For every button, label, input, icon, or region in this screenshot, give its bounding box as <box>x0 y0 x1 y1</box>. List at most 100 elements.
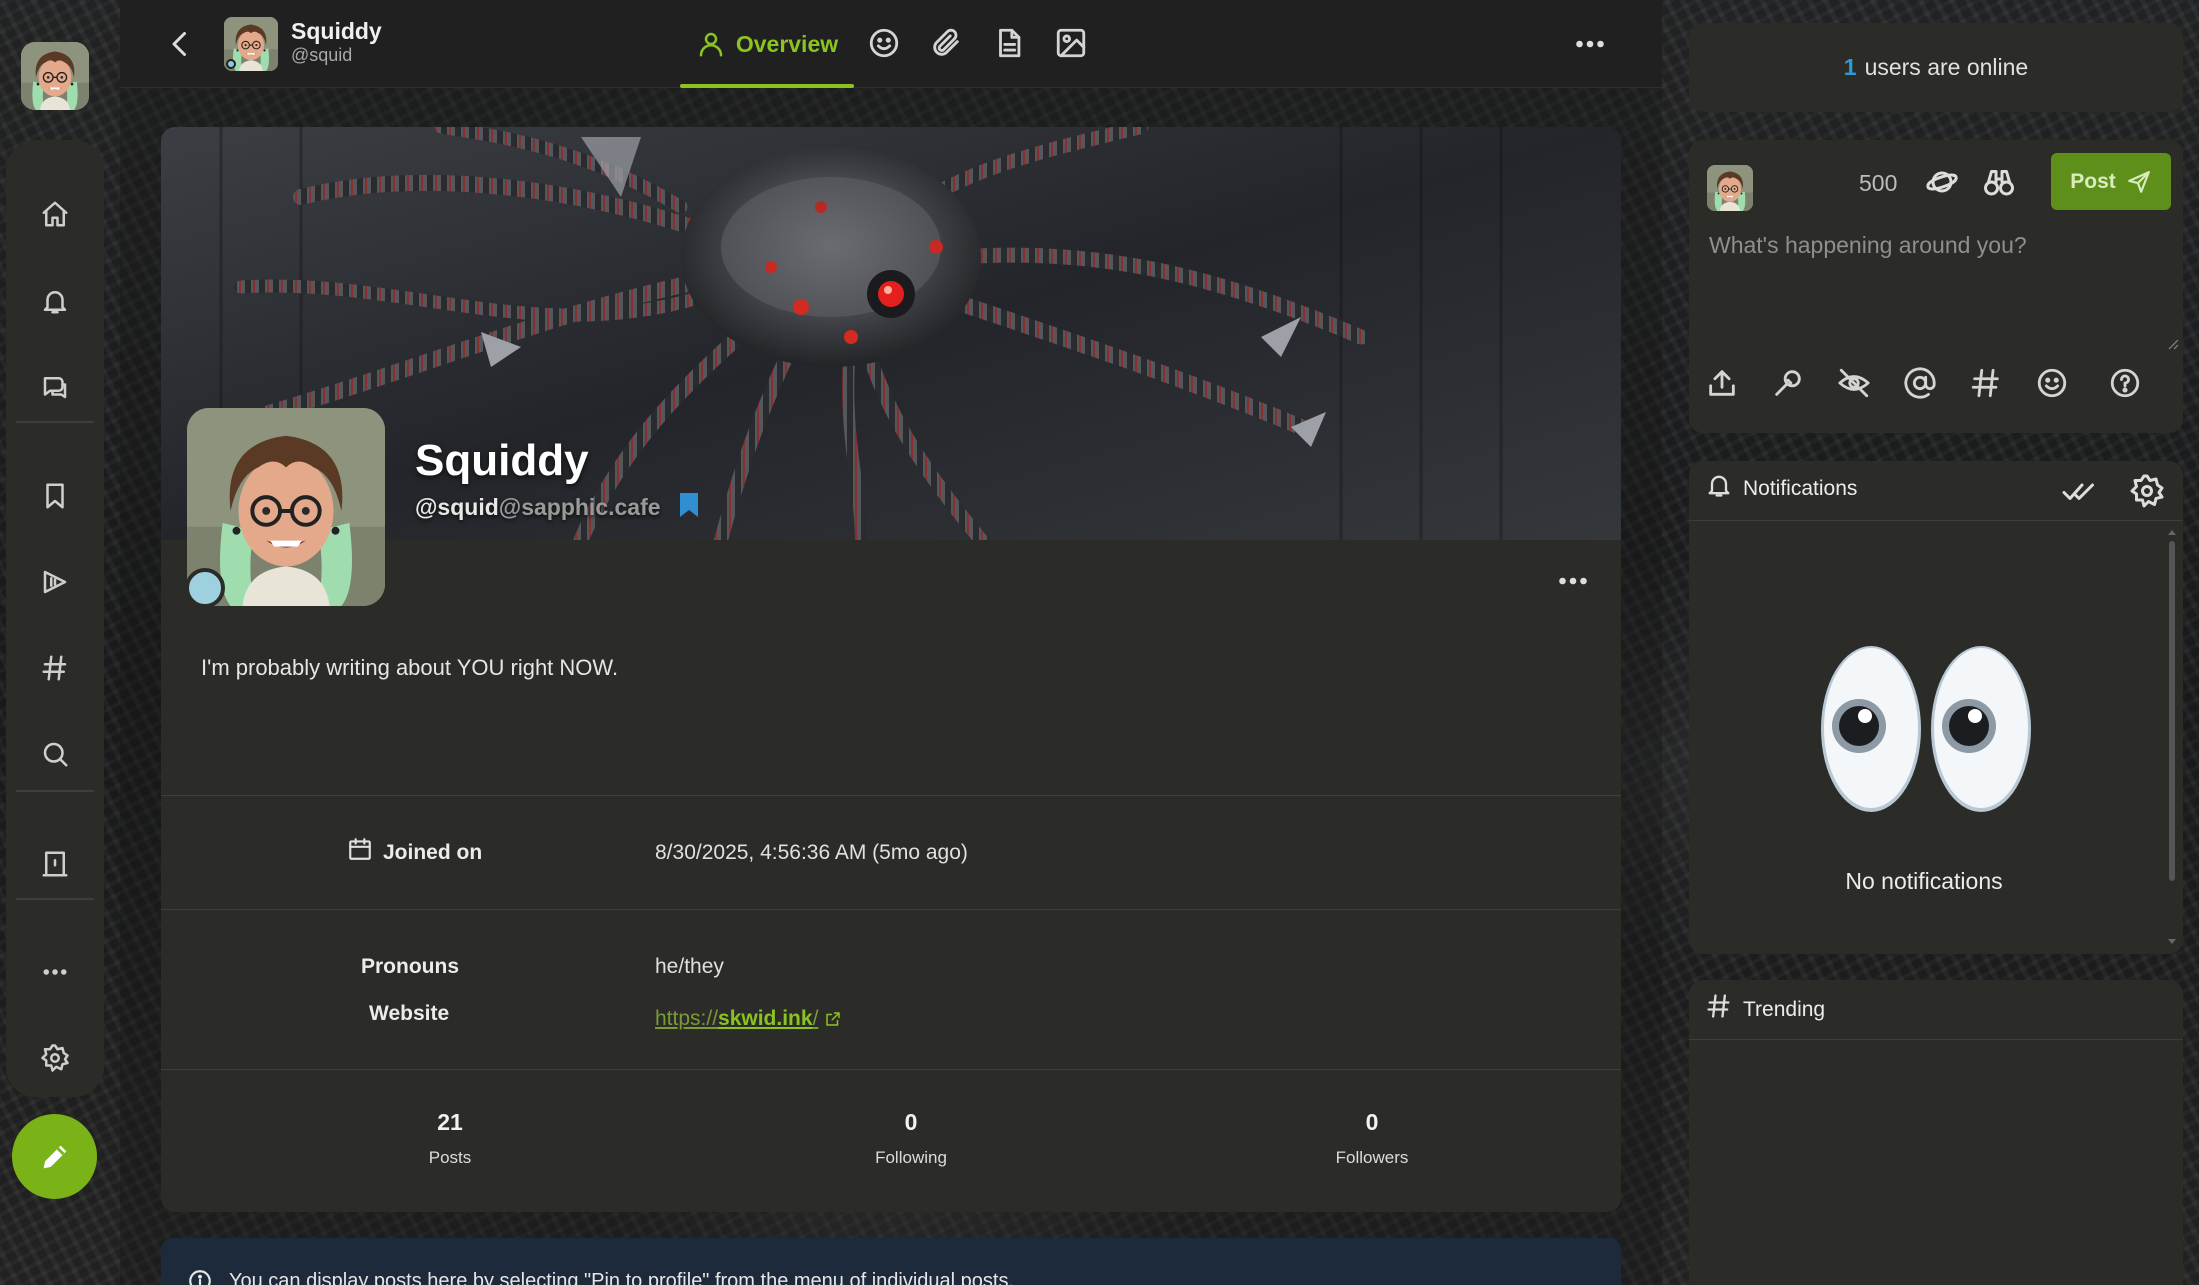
calendar-icon <box>347 836 373 862</box>
building-icon[interactable] <box>35 844 75 884</box>
online-indicator <box>226 59 236 69</box>
pronouns-label: Pronouns <box>361 955 459 978</box>
account-avatar[interactable] <box>21 42 89 110</box>
back-button[interactable] <box>162 26 198 62</box>
resize-grip-icon[interactable] <box>2167 338 2179 350</box>
left-rail <box>6 140 104 1097</box>
upload-icon[interactable] <box>1705 366 1739 400</box>
notifications-scrollbar[interactable] <box>2167 527 2177 947</box>
profile-handle: @squid@sapphic.cafe <box>415 494 661 521</box>
joined-label: Joined on <box>383 841 483 864</box>
stat-value: 0 <box>904 1109 918 1135</box>
profile-bio: I'm probably writing about YOU right NOW… <box>201 655 619 680</box>
pronouns-value: he/they <box>655 955 724 978</box>
stat-label: Following <box>875 1148 947 1167</box>
notifications-title: Notifications <box>1743 477 1858 500</box>
header-display-name: Squiddy <box>291 18 382 44</box>
online-indicator <box>185 568 225 608</box>
empty-notifications-text: No notifications <box>1845 868 2003 894</box>
mention-icon[interactable] <box>1903 366 1937 400</box>
trending-header: Trending <box>1689 980 2183 1040</box>
gear-icon[interactable] <box>35 1038 75 1078</box>
header-handle: @squid <box>291 45 353 65</box>
bookmark-icon[interactable] <box>35 476 75 516</box>
character-count: 500 <box>1859 170 1898 196</box>
search-icon[interactable] <box>35 734 75 774</box>
tab-overview[interactable]: Overview <box>680 0 854 88</box>
tab-document-icon[interactable] <box>992 26 1026 60</box>
online-text: users are online <box>1864 54 2029 80</box>
top-bar: Squiddy @squid Overview <box>120 0 1662 88</box>
gear-icon[interactable] <box>2129 473 2165 509</box>
scrollbar-thumb[interactable] <box>2169 541 2175 881</box>
compose-avatar <box>1707 165 1753 211</box>
send-icon <box>2127 170 2150 193</box>
section-divider <box>161 1069 1621 1070</box>
pinned-posts-notice: You can display posts here by selecting … <box>161 1238 1621 1285</box>
header-avatar <box>224 17 278 71</box>
eye-off-icon[interactable] <box>1837 366 1871 400</box>
handle-domain: @sapphic.cafe <box>498 494 661 520</box>
more-icon <box>1559 577 1587 585</box>
bell-icon[interactable] <box>35 281 75 321</box>
profile-display-name: Squiddy <box>415 436 589 485</box>
profile-avatar[interactable] <box>185 408 385 608</box>
website-path: / <box>812 1007 819 1030</box>
more-icon[interactable] <box>35 952 75 992</box>
profile-card: Squiddy @squid@sapphic.cafe I'm probably… <box>161 127 1621 1212</box>
trending-panel: Trending <box>1689 980 2183 1285</box>
online-users-panel: 1 users are online <box>1689 23 2183 112</box>
website-link[interactable]: https://skwid.ink/ <box>655 1007 842 1031</box>
tab-paperclip-icon[interactable] <box>929 26 963 60</box>
website-protocol: https:// <box>655 1007 719 1030</box>
tab-image-icon[interactable] <box>1054 26 1088 60</box>
profile-more-button[interactable] <box>1555 563 1591 599</box>
online-count: 1 <box>1843 54 1857 80</box>
compose-button[interactable] <box>12 1114 97 1199</box>
compose-panel: 500 Post <box>1689 140 2183 433</box>
microphone-icon[interactable] <box>1771 366 1805 400</box>
section-divider <box>161 795 1621 796</box>
post-button-label: Post <box>2070 169 2116 193</box>
main-column: Squiddy @squid Overview Squiddy @squid@s… <box>120 0 1662 1285</box>
notifications-panel: Notifications No notifications <box>1689 461 2183 954</box>
tab-emoji-icon[interactable] <box>867 26 901 60</box>
stat-posts[interactable]: 21 Posts <box>350 1109 550 1168</box>
bookmark-icon <box>678 491 700 519</box>
rail-divider <box>16 898 94 900</box>
more-options-button[interactable] <box>1572 26 1608 62</box>
hashtag-icon <box>1705 992 1733 1020</box>
chat-icon[interactable] <box>35 367 75 407</box>
handle-username: @squid <box>415 494 499 520</box>
stat-following[interactable]: 0 Following <box>811 1109 1011 1168</box>
stat-value: 21 <box>437 1109 463 1135</box>
rail-divider <box>16 790 94 792</box>
help-icon[interactable] <box>2108 366 2142 400</box>
section-divider <box>161 909 1621 910</box>
joined-value: 8/30/2025, 4:56:36 AM (5mo ago) <box>655 841 968 864</box>
mark-all-read-icon[interactable] <box>2061 473 2097 509</box>
user-icon <box>699 32 723 57</box>
chevron-left-icon <box>172 32 186 56</box>
more-icon <box>1576 40 1604 48</box>
hashtag-follow-icon[interactable] <box>35 562 75 602</box>
pencil-icon <box>43 1145 66 1168</box>
bell-icon <box>1705 471 1733 499</box>
post-button[interactable]: Post <box>2051 153 2171 210</box>
stat-followers[interactable]: 0 Followers <box>1272 1109 1472 1168</box>
hashtag-icon[interactable] <box>35 648 75 688</box>
visibility-planet-icon[interactable] <box>1924 164 1960 200</box>
tab-overview-label: Overview <box>735 30 839 57</box>
external-link-icon <box>826 1012 841 1026</box>
eyes-illustration <box>1819 644 2033 814</box>
stat-value: 0 <box>1365 1109 1379 1135</box>
stat-label: Followers <box>1335 1148 1409 1167</box>
compose-input[interactable] <box>1697 220 2175 350</box>
binoculars-icon[interactable] <box>1981 164 2017 200</box>
pinned-posts-text: You can display posts here by selecting … <box>229 1270 1015 1285</box>
trending-title: Trending <box>1743 998 1826 1021</box>
emoji-icon[interactable] <box>2035 366 2069 400</box>
stat-label: Posts <box>428 1148 472 1167</box>
home-icon[interactable] <box>35 194 75 234</box>
hashtag-icon[interactable] <box>1969 366 2003 400</box>
